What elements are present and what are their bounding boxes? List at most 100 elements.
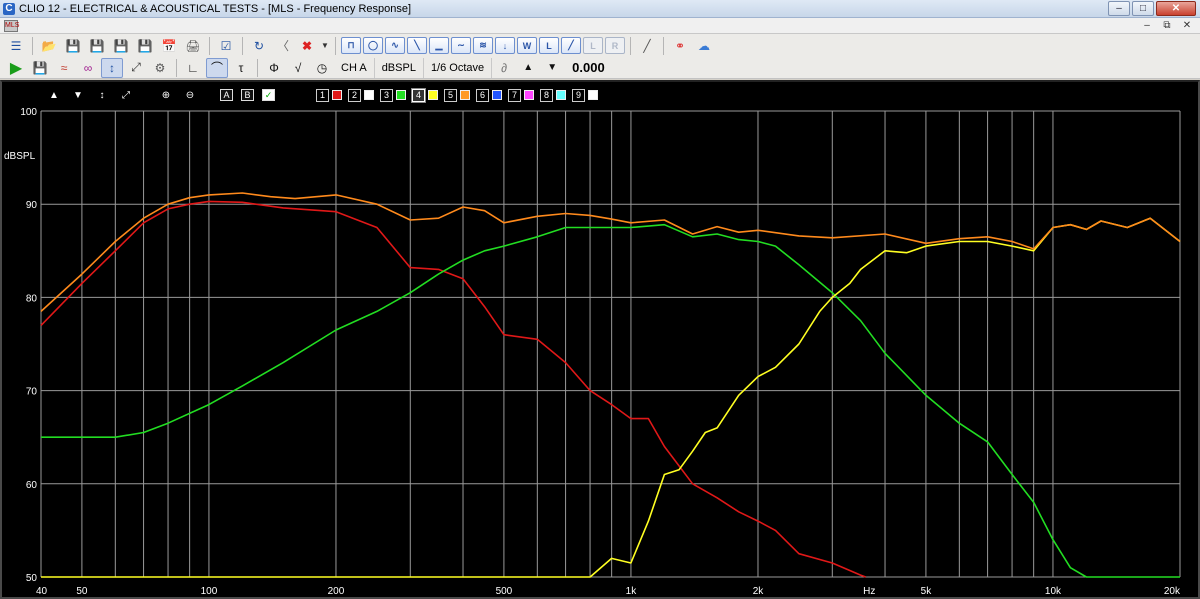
expand-vertical-icon[interactable]: ↕ xyxy=(95,90,109,101)
ruler-icon[interactable]: ╱ xyxy=(636,36,658,56)
curve-number: 3 xyxy=(380,88,393,102)
close-button[interactable]: ✕ xyxy=(1156,1,1196,16)
graph-toolbar: ▲ ▼ ↕ ⤢ ⊕ ⊖ A B ✓ 1 2 3 4 5 6 7 8 9 xyxy=(0,84,1200,106)
units-selector[interactable]: dBSPL xyxy=(375,57,424,78)
curve-button-3[interactable]: 3 xyxy=(380,88,406,102)
help-icon[interactable]: ⚭ xyxy=(669,36,691,56)
check-button[interactable]: ✓ xyxy=(262,89,275,101)
curve-color-swatch[interactable] xyxy=(364,90,374,100)
curve-color-swatch[interactable] xyxy=(428,90,438,100)
curve-color-swatch[interactable] xyxy=(524,90,534,100)
curve-color-swatch[interactable] xyxy=(460,90,470,100)
phase-icon[interactable]: Φ xyxy=(263,58,285,78)
measurement-toolbar: ▶ 💾 ≈ ∞ ↕ ⤢ ⚙ ∟ ⌒ τ Φ √ ◷ CH A dBSPL 1/6… xyxy=(0,57,1200,79)
channel-selector[interactable]: CH A xyxy=(334,57,375,78)
diagonal-icon[interactable]: ╱ xyxy=(561,37,581,54)
polar-icon[interactable]: ≋ xyxy=(473,37,493,54)
curve-button-7[interactable]: 7 xyxy=(508,88,534,102)
curve-number: 5 xyxy=(444,88,457,102)
refresh-icon[interactable]: ↻ xyxy=(248,36,270,56)
time-window-icon[interactable]: τ xyxy=(230,58,252,78)
window-title: CLIO 12 - ELECTRICAL & ACOUSTICAL TESTS … xyxy=(19,2,412,15)
app-icon: C xyxy=(3,2,15,15)
save-measure-icon[interactable]: 💾 xyxy=(29,58,51,78)
delete-icon[interactable]: ✖ xyxy=(296,36,318,56)
curve-button-6[interactable]: 6 xyxy=(476,88,502,102)
maximize-button[interactable]: □ xyxy=(1132,1,1154,16)
menu-icon[interactable]: ☰ xyxy=(5,36,27,56)
save-image-icon[interactable]: 💾 xyxy=(134,36,156,56)
curve-number: 9 xyxy=(572,88,585,102)
title-bar: C CLIO 12 - ELECTRICAL & ACOUSTICAL TEST… xyxy=(0,0,1200,18)
curve-color-swatch[interactable] xyxy=(492,90,502,100)
curve-button-1[interactable]: 1 xyxy=(316,88,342,102)
fft-icon[interactable]: ∿ xyxy=(385,37,405,54)
clock-icon[interactable]: ◷ xyxy=(311,58,333,78)
scroll-up-icon[interactable]: ▲ xyxy=(47,90,61,101)
curve-number: 2 xyxy=(348,88,361,102)
cloud-icon[interactable]: ☁ xyxy=(693,36,715,56)
wf-icon[interactable]: W xyxy=(517,37,537,54)
smoothing-selector[interactable]: 1/6 Octave xyxy=(424,57,493,78)
save-icon[interactable]: 💾 xyxy=(62,36,84,56)
mdi-restore-button[interactable]: ⧉ xyxy=(1160,20,1174,32)
open-folder-icon[interactable]: 📂 xyxy=(38,36,60,56)
x-tick-label: 200 xyxy=(328,586,345,597)
curve-color-swatch[interactable] xyxy=(588,90,598,100)
frequency-response-chart[interactable]: 100 90 80 70 60 50 dBSPL 40 50 100 200 500 1k 2k Hz 5k 1… xyxy=(0,80,1200,599)
scale-icon[interactable]: ∂ xyxy=(493,58,515,78)
compress-vertical-icon[interactable]: ⤢ xyxy=(119,90,133,101)
mls-document-icon[interactable]: MLS xyxy=(4,19,19,32)
curve-button-5[interactable]: 5 xyxy=(444,88,470,102)
mic-settings-icon[interactable]: ↕ xyxy=(101,57,123,78)
smoothing-icon[interactable]: ⌒ xyxy=(206,57,228,78)
waterfall-icon[interactable]: ∼ xyxy=(451,37,471,54)
loop-icon[interactable]: ∞ xyxy=(77,58,99,78)
increase-arrow-icon[interactable]: ▲ xyxy=(517,58,539,78)
mls-measure-icon[interactable]: ⊓ xyxy=(341,37,361,54)
x-tick-label: 20k xyxy=(1164,586,1181,597)
dropdown-arrow-icon[interactable]: ▼ xyxy=(320,36,330,56)
expand-icon[interactable]: ⤢ xyxy=(125,58,147,78)
lr-icon: L xyxy=(583,37,603,54)
multimeter-icon[interactable]: ▁ xyxy=(429,37,449,54)
x-tick-label: 1k xyxy=(626,586,638,597)
gear-icon[interactable]: ⚙ xyxy=(149,58,171,78)
curve-number: 6 xyxy=(476,88,489,102)
scroll-down-icon[interactable]: ▼ xyxy=(71,90,85,101)
minimize-button[interactable]: – xyxy=(1108,1,1130,16)
zoom-out-icon[interactable]: ⊖ xyxy=(183,90,197,101)
curve-number: 4 xyxy=(411,87,426,103)
slope-icon[interactable]: ╲ xyxy=(407,37,427,54)
eraser-icon[interactable]: 〈 xyxy=(272,36,294,56)
sinusoidal-icon[interactable]: ◯ xyxy=(363,37,383,54)
curve-color-swatch[interactable] xyxy=(332,90,342,100)
x-tick-label: 100 xyxy=(201,586,218,597)
wave-stack-icon[interactable]: ≈ xyxy=(53,58,75,78)
leq-icon[interactable]: L xyxy=(539,37,559,54)
curve-color-swatch[interactable] xyxy=(556,90,566,100)
save-settings-icon[interactable]: 💾 xyxy=(86,36,108,56)
curve-button-2[interactable]: 2 xyxy=(348,88,374,102)
window-start-icon[interactable]: ∟ xyxy=(182,58,204,78)
mdi-minimize-button[interactable]: – xyxy=(1140,20,1154,32)
zoom-in-icon[interactable]: ⊕ xyxy=(159,90,173,101)
decrease-arrow-icon[interactable]: ▼ xyxy=(541,58,563,78)
curve-button-8[interactable]: 8 xyxy=(540,88,566,102)
download-icon[interactable]: ↓ xyxy=(495,37,515,54)
y-tick-label: 50 xyxy=(26,573,38,584)
y-tick-label: 60 xyxy=(26,480,38,491)
curve-button-9[interactable]: 9 xyxy=(572,88,598,102)
x-tick-label: Hz xyxy=(863,586,875,597)
marker-a-button[interactable]: A xyxy=(220,89,233,101)
checklist-icon[interactable]: ☑ xyxy=(215,36,237,56)
curve-color-swatch[interactable] xyxy=(396,90,406,100)
mdi-close-button[interactable]: ✕ xyxy=(1180,20,1194,32)
print-icon[interactable]: 🖨 xyxy=(182,36,204,56)
group-delay-icon[interactable]: √ xyxy=(287,58,309,78)
marker-b-button[interactable]: B xyxy=(241,89,254,101)
notes-icon[interactable]: 📅 xyxy=(158,36,180,56)
save-as-icon[interactable]: 💾 xyxy=(110,36,132,56)
curve-button-4[interactable]: 4 xyxy=(411,87,438,103)
play-icon[interactable]: ▶ xyxy=(5,58,27,78)
